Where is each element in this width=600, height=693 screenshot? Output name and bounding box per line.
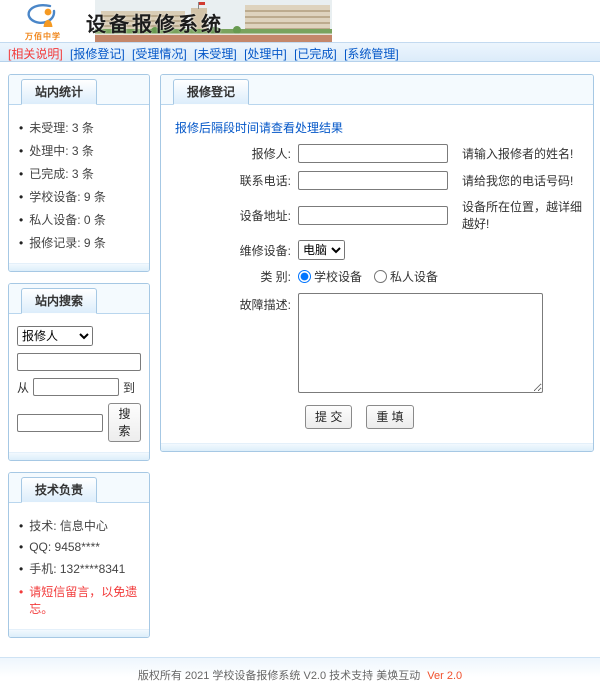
- nav-item-system-admin[interactable]: [系统管理]: [344, 47, 399, 61]
- repair-form: 报修人: 请输入报修者的姓名! 联系电话: 请给我您的电话号码! 设备地址: 设…: [173, 144, 583, 429]
- search-keyword-input[interactable]: [17, 353, 141, 371]
- nav-item-completed[interactable]: [已完成]: [294, 47, 337, 61]
- page-title: 设备报修系统: [86, 8, 224, 37]
- description-row: 故障描述:: [173, 293, 583, 393]
- stat-item-school-devices: 学校设备: 9 条: [17, 188, 143, 205]
- sidebar: 站内统计 未受理: 3 条 处理中: 3 条 已完成: 3 条 学校设备: 9 …: [8, 74, 150, 649]
- stat-item-repair-records: 报修记录: 9 条: [17, 234, 143, 251]
- repair-panel-title: 报修登记: [173, 79, 249, 105]
- main-nav: [相关说明] [报修登记] [受理情况] [未受理] [处理中] [已完成] […: [0, 42, 600, 62]
- tech-panel-title: 技术负责: [21, 477, 97, 503]
- repair-panel-header: 报修登记: [161, 75, 593, 105]
- address-hint: 设备所在位置，越详细越好!: [462, 198, 583, 232]
- copyright-text: 版权所有 2021 学校设备报修系统 V2.0 技术支持 美焕互动: [138, 670, 420, 682]
- tech-item-phone: 手机: 132****8341: [17, 560, 143, 577]
- fault-description-textarea[interactable]: [298, 293, 543, 393]
- stats-panel-title: 站内统计: [21, 79, 97, 105]
- search-range-row: 从 到: [17, 378, 141, 396]
- logo-swirl-icon: [17, 1, 69, 29]
- stats-panel-header: 站内统计: [9, 75, 149, 105]
- category-radio-private[interactable]: [374, 270, 387, 283]
- tech-panel: 技术负责 技术: 信息中心 QQ: 9458**** 手机: 132****83…: [8, 472, 150, 638]
- nav-item-not-accepted[interactable]: [未受理]: [194, 47, 237, 61]
- search-button[interactable]: 搜索: [108, 403, 141, 442]
- logo-text: 万佰中学: [12, 31, 74, 42]
- device-row: 维修设备: 电脑: [173, 240, 583, 260]
- nav-item-processing[interactable]: [处理中]: [244, 47, 287, 61]
- tech-item-notice: 请短信留言，以免遗忘。: [17, 583, 143, 617]
- tech-item-department: 技术: 信息中心: [17, 517, 143, 534]
- tech-panel-footer: [9, 629, 149, 637]
- result-check-notice: 报修后隔段时间请查看处理结果: [175, 119, 583, 136]
- stat-item-private-devices: 私人设备: 0 条: [17, 211, 143, 228]
- reporter-input[interactable]: [298, 144, 448, 163]
- reset-button[interactable]: 重 填: [366, 405, 413, 429]
- tech-list: 技术: 信息中心 QQ: 9458**** 手机: 132****8341 请短…: [9, 503, 149, 629]
- nav-item-instructions[interactable]: [相关说明]: [8, 47, 63, 61]
- version-text: Ver 2.0: [427, 670, 462, 682]
- search-panel: 站内搜索 报修人 从 到 搜索: [8, 283, 150, 461]
- device-label: 维修设备:: [173, 242, 298, 259]
- category-option-school[interactable]: 学校设备: [298, 268, 362, 285]
- page: 万佰中学: [0, 0, 600, 433]
- address-row: 设备地址: 设备所在位置，越详细越好!: [173, 198, 583, 232]
- search-from-label: 从: [17, 379, 29, 396]
- address-input[interactable]: [298, 206, 448, 225]
- reporter-hint: 请输入报修者的姓名!: [462, 145, 573, 162]
- phone-label: 联系电话:: [173, 172, 298, 189]
- stat-item-completed: 已完成: 3 条: [17, 165, 143, 182]
- repair-panel-footer: [161, 443, 593, 451]
- stats-list: 未受理: 3 条 处理中: 3 条 已完成: 3 条 学校设备: 9 条 私人设…: [9, 105, 149, 263]
- content-area: 站内统计 未受理: 3 条 处理中: 3 条 已完成: 3 条 学校设备: 9 …: [0, 62, 600, 649]
- device-type-select[interactable]: 电脑: [298, 240, 345, 260]
- submit-button[interactable]: 提 交: [305, 405, 352, 429]
- search-field-select[interactable]: 报修人: [17, 326, 93, 346]
- search-form: 报修人 从 到 搜索: [9, 314, 149, 452]
- category-label: 类 别:: [173, 268, 298, 285]
- app-header: 万佰中学: [0, 0, 600, 42]
- phone-input[interactable]: [298, 171, 448, 190]
- reporter-label: 报修人:: [173, 145, 298, 162]
- search-to-input[interactable]: [17, 414, 103, 432]
- description-label: 故障描述:: [173, 293, 298, 313]
- search-go-row: 搜索: [17, 403, 141, 442]
- search-panel-title: 站内搜索: [21, 288, 97, 314]
- nav-item-repair-register[interactable]: [报修登记]: [70, 47, 125, 61]
- address-label: 设备地址:: [173, 207, 298, 224]
- search-panel-header: 站内搜索: [9, 284, 149, 314]
- category-option-private[interactable]: 私人设备: [374, 268, 438, 285]
- footer: 版权所有 2021 学校设备报修系统 V2.0 技术支持 美焕互动 Ver 2.…: [0, 657, 600, 693]
- category-row: 类 别: 学校设备 私人设备: [173, 268, 583, 285]
- phone-hint: 请给我您的电话号码!: [462, 172, 573, 189]
- nav-item-acceptance-status[interactable]: [受理情况]: [132, 47, 187, 61]
- search-from-input[interactable]: [33, 378, 119, 396]
- reporter-row: 报修人: 请输入报修者的姓名!: [173, 144, 583, 163]
- repair-form-body: 报修后隔段时间请查看处理结果 报修人: 请输入报修者的姓名! 联系电话: 请给我…: [161, 105, 593, 443]
- form-buttons-row: 提 交 重 填: [305, 405, 583, 429]
- tech-item-qq: QQ: 9458****: [17, 540, 143, 554]
- stats-panel: 站内统计 未受理: 3 条 处理中: 3 条 已完成: 3 条 学校设备: 9 …: [8, 74, 150, 272]
- category-radio-group: 学校设备 私人设备: [298, 268, 438, 285]
- repair-form-panel: 报修登记 报修后隔段时间请查看处理结果 报修人: 请输入报修者的姓名! 联系电话…: [160, 74, 594, 452]
- stat-item-not-accepted: 未受理: 3 条: [17, 119, 143, 136]
- school-logo: 万佰中学: [12, 1, 74, 42]
- search-to-label: 到: [123, 379, 135, 396]
- stats-panel-footer: [9, 263, 149, 271]
- search-panel-footer: [9, 452, 149, 460]
- tech-panel-header: 技术负责: [9, 473, 149, 503]
- category-radio-school[interactable]: [298, 270, 311, 283]
- stat-item-processing: 处理中: 3 条: [17, 142, 143, 159]
- phone-row: 联系电话: 请给我您的电话号码!: [173, 171, 583, 190]
